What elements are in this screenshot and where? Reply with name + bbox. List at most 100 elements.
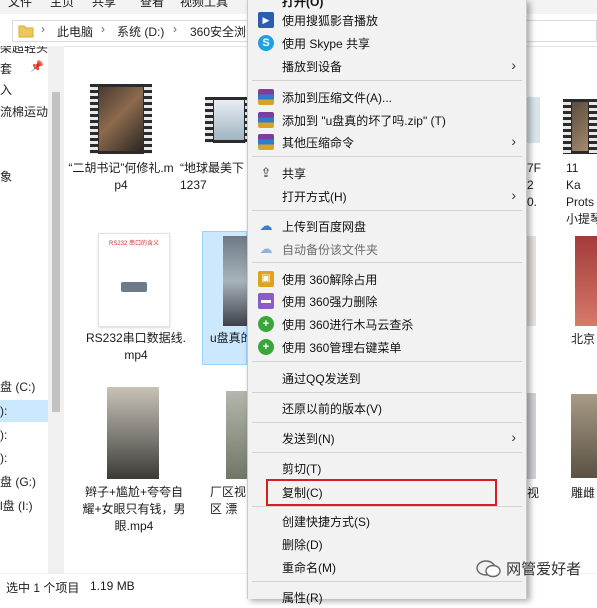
file-name[interactable]: 7F 2 0. <box>527 160 547 211</box>
menu-item-send-to[interactable]: 发送到(N) › <box>248 427 526 449</box>
menu-item-create-shortcut[interactable]: 创建快捷方式(S) <box>248 510 526 532</box>
menu-item-other-compress[interactable]: 其他压缩命令 › <box>248 131 526 153</box>
menu-item-label: 使用 360管理右键菜单 <box>282 341 402 355</box>
file-name[interactable]: RS232串口数据线.mp4 <box>82 330 190 364</box>
360-scan-icon: + <box>258 316 274 332</box>
chevron-right-icon: › <box>511 57 516 73</box>
nav-item[interactable]: ): <box>0 447 48 469</box>
menu-item-label: 添加到压缩文件(A)... <box>282 91 392 105</box>
menu-item-cut[interactable]: 剪切(T) <box>248 457 526 479</box>
video-thumbnail[interactable] <box>563 99 597 154</box>
ribbon-tab-home[interactable]: 主页 <box>50 0 74 10</box>
menu-item-label: 自动备份该文件夹 <box>282 243 379 257</box>
breadcrumb-drive-d[interactable]: 系统 (D:) <box>117 23 164 40</box>
file-name[interactable]: 雕雌 <box>571 484 597 501</box>
menu-item-properties[interactable]: 属性(R) <box>248 586 526 608</box>
menu-item-sohu-play[interactable]: ▶ 使用搜狐影音播放 <box>248 9 526 31</box>
menu-item-label: 删除(D) <box>282 538 323 552</box>
nav-item-label: 架超轻头头 <box>0 46 48 55</box>
menu-item-label: 通过QQ发送到 <box>282 372 361 386</box>
nav-item-drive-c[interactable]: 盘 (C:) <box>0 376 48 398</box>
selection-size: 1.19 MB <box>90 579 135 593</box>
chevron-right-icon: › <box>511 187 516 203</box>
menu-item-baidu-auto-backup[interactable]: ☁ 自动备份该文件夹 <box>248 238 526 260</box>
video-thumbnail[interactable] <box>205 97 253 143</box>
menu-separator <box>252 361 522 362</box>
menu-item-label: 重命名(M) <box>282 561 336 575</box>
menu-item-label: 播放到设备 <box>282 60 343 74</box>
menu-item-open-with[interactable]: 打开方式(H) › <box>248 185 526 207</box>
breadcrumb-this-pc[interactable]: 此电脑 <box>57 23 93 40</box>
nav-item-label: 套 <box>0 62 13 76</box>
video-thumbnail[interactable] <box>226 391 247 479</box>
nav-item-drive-g[interactable]: 盘 (G:) <box>0 471 48 493</box>
menu-separator <box>252 80 522 81</box>
menu-item-label: 使用 360强力删除 <box>282 295 378 309</box>
nav-item[interactable]: 流棉运动 <box>0 101 48 123</box>
360-unlock-icon: ▣ <box>258 271 274 287</box>
nav-item[interactable]: 象 <box>0 166 48 188</box>
share-icon: ⇪ <box>260 165 272 180</box>
file-name[interactable]: u盘真的 <box>210 330 250 347</box>
ribbon-tab-view[interactable]: 查看 <box>140 0 164 10</box>
video-thumbnail[interactable] <box>571 394 597 478</box>
nav-item-label: 象 <box>0 170 13 184</box>
breadcrumb-separator-icon: › <box>41 22 45 36</box>
360-menu-icon: + <box>258 339 274 355</box>
menu-separator <box>252 422 522 423</box>
nav-item[interactable]: 入 <box>0 79 48 101</box>
menu-item-label: 打开方式(H) <box>282 190 347 204</box>
menu-item-label: 使用搜狐影音播放 <box>282 14 379 28</box>
nav-item[interactable]: 套 <box>0 58 48 80</box>
menu-item-baidu-upload[interactable]: ☁ 上传到百度网盘 <box>248 215 526 237</box>
file-name[interactable]: 厂区视区 漂 <box>210 484 250 518</box>
skype-icon: S <box>258 35 274 51</box>
menu-item-360-manage-menu[interactable]: + 使用 360管理右键菜单 <box>248 336 526 358</box>
menu-item-restore-versions[interactable]: 还原以前的版本(V) <box>248 397 526 419</box>
video-thumbnail[interactable] <box>526 97 540 143</box>
video-thumbnail[interactable] <box>526 393 536 479</box>
menu-item-label: 还原以前的版本(V) <box>282 402 382 416</box>
menu-item-360-force-delete[interactable]: ▬ 使用 360强力删除 <box>248 290 526 312</box>
document-thumbnail[interactable] <box>575 236 597 326</box>
video-thumbnail <box>223 236 248 326</box>
nav-item-label: l盘 (I:) <box>0 499 33 513</box>
menu-item-label: 使用 Skype 共享 <box>282 37 371 51</box>
nav-item-drive-i[interactable]: l盘 (I:) <box>0 495 48 517</box>
video-thumbnail[interactable] <box>90 84 152 154</box>
video-thumbnail[interactable] <box>526 236 536 326</box>
video-thumbnail[interactable] <box>107 387 159 479</box>
menu-item-360-unlock[interactable]: ▣ 使用 360解除占用 <box>248 268 526 290</box>
menu-item-delete[interactable]: 删除(D) <box>248 533 526 555</box>
file-name[interactable]: 11 Ka Prots 小提琴 <box>566 160 597 228</box>
ribbon-tab-file[interactable]: 文件 <box>8 0 32 10</box>
menu-separator <box>252 262 522 263</box>
nav-item[interactable]: ): <box>0 424 48 446</box>
file-name[interactable]: “二胡书记”何修礼.mp4 <box>67 160 175 194</box>
file-name[interactable]: “地球最美下1237 <box>180 160 250 194</box>
menu-item-add-to-archive[interactable]: 添加到压缩文件(A)... <box>248 86 526 108</box>
menu-item-send-via-qq[interactable]: 通过QQ发送到 <box>248 367 526 389</box>
menu-item-share[interactable]: ⇪ 共享 <box>248 162 526 184</box>
chevron-right-icon: › <box>511 133 516 149</box>
breadcrumb-folder[interactable]: 360安全浏 <box>190 23 246 40</box>
file-name[interactable]: 辫子+尴尬+夸夸自耀+女眼只有钱，男眼.mp4 <box>80 484 188 535</box>
baidu-netdisk-icon: ☁ <box>259 218 273 233</box>
menu-item-add-to-zip[interactable]: 添加到 "u盘真的坏了吗.zip" (T) <box>248 109 526 131</box>
file-name[interactable]: 视 <box>527 484 547 501</box>
nav-item-drive-d[interactable]: ): <box>0 400 48 422</box>
menu-item-cast-to-device[interactable]: 播放到设备 › <box>248 55 526 77</box>
nav-scrollbar-thumb[interactable] <box>52 92 60 412</box>
menu-item-skype-share[interactable]: S 使用 Skype 共享 <box>248 32 526 54</box>
menu-item-360-trojan-scan[interactable]: + 使用 360进行木马云查杀 <box>248 313 526 335</box>
menu-separator <box>252 392 522 393</box>
file-name[interactable]: 北京 <box>571 330 597 347</box>
sohu-player-icon: ▶ <box>258 12 274 28</box>
breadcrumb-separator-icon: › <box>173 22 177 36</box>
menu-item-label: 共享 <box>282 167 307 181</box>
menu-item-label: 使用 360解除占用 <box>282 273 378 287</box>
winrar-icon <box>258 89 274 105</box>
ribbon-tab-video-tools[interactable]: 视频工具 <box>180 0 228 10</box>
document-thumbnail[interactable]: RS232 串口的含义 <box>98 233 170 327</box>
ribbon-tab-share[interactable]: 共享 <box>92 0 116 10</box>
